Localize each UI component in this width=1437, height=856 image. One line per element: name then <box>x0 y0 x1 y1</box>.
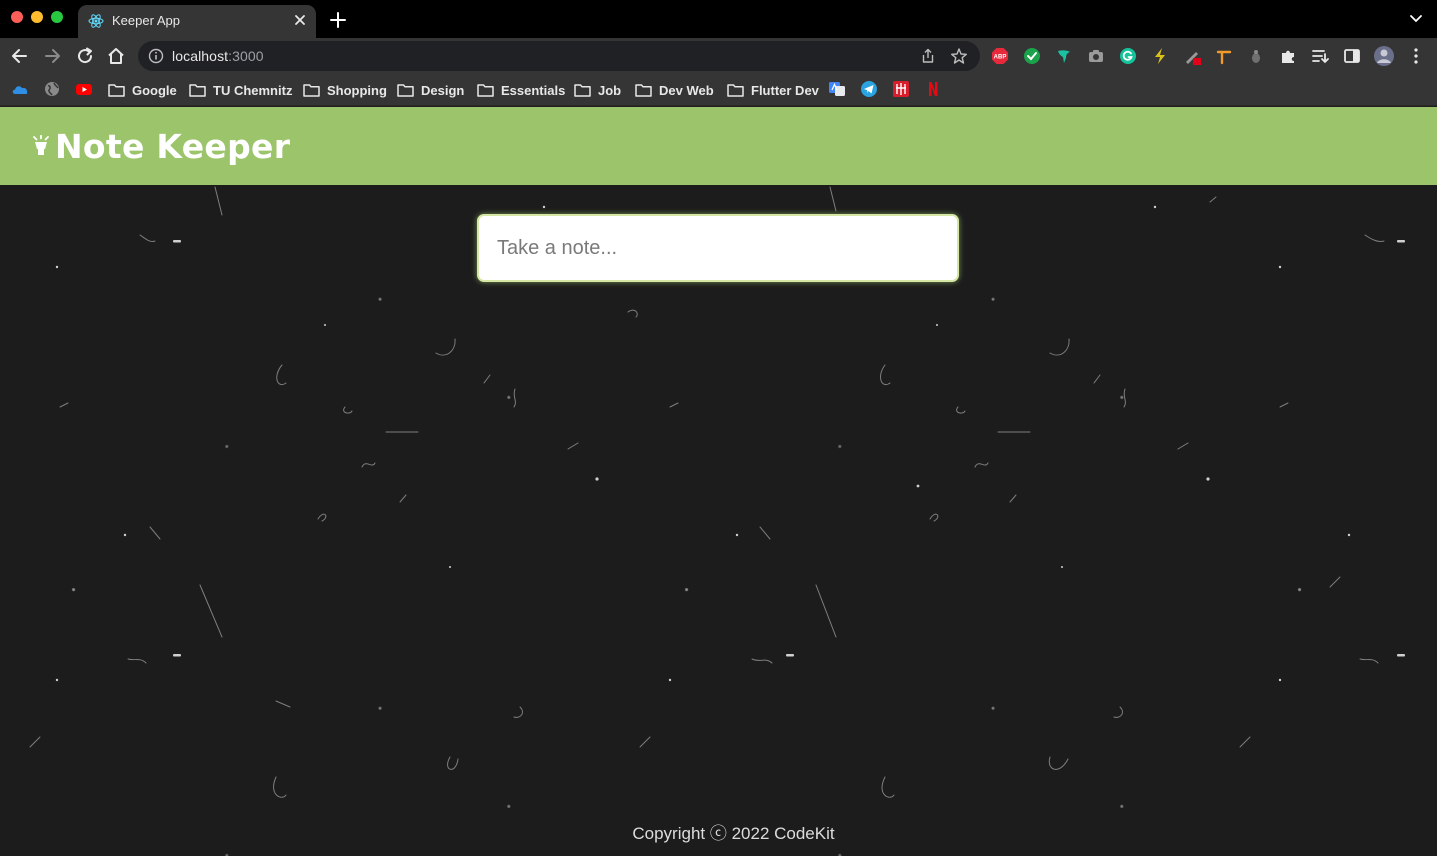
back-icon[interactable] <box>10 46 30 66</box>
google-translate-icon[interactable] <box>828 80 846 98</box>
folder-icon <box>477 84 494 97</box>
checkmark-extension-icon[interactable] <box>1023 47 1041 65</box>
bird-extension-icon[interactable] <box>1055 47 1073 65</box>
bookmark-label: Flutter Dev <box>751 82 819 98</box>
globe-icon[interactable] <box>43 80 61 98</box>
bookmark-label: Dev Web <box>659 82 714 98</box>
close-tab-icon[interactable] <box>292 12 308 28</box>
folder-icon <box>727 84 744 97</box>
home-icon[interactable] <box>106 46 126 66</box>
bookmark-folder-google[interactable]: Google <box>108 81 177 99</box>
info-icon[interactable] <box>148 48 164 64</box>
reading-list-icon[interactable] <box>1311 47 1329 65</box>
chevron-down-icon[interactable] <box>1409 13 1423 25</box>
app-header: Note Keeper <box>0 107 1437 185</box>
minimize-window-button[interactable] <box>31 11 43 23</box>
react-icon <box>88 14 104 28</box>
bookmark-folder-dev-web[interactable]: Dev Web <box>635 81 714 99</box>
copyright-text: Copyright ⓒ 2022 CodeKit <box>632 824 835 843</box>
svg-text:ABP: ABP <box>994 55 1007 61</box>
cloud-icon[interactable] <box>11 80 29 98</box>
grammarly-icon[interactable] <box>1119 47 1137 65</box>
pen-extension-icon[interactable] <box>1183 47 1201 65</box>
youtube-icon[interactable] <box>75 80 93 98</box>
tab-title: Keeper App <box>112 13 180 28</box>
more-menu-icon[interactable] <box>1409 47 1423 65</box>
folder-icon <box>574 84 591 97</box>
forward-icon[interactable] <box>42 46 62 66</box>
bookmark-label: Shopping <box>327 82 387 98</box>
folder-icon <box>303 84 320 97</box>
app-page: Note Keeper Copyright ⓒ 2022 CodeKit <box>0 107 1437 856</box>
bookmark-folder-design[interactable]: Design <box>397 81 464 99</box>
reload-icon[interactable] <box>75 46 95 66</box>
bookmark-label: Job <box>598 82 622 98</box>
bookmark-star-icon[interactable] <box>950 47 968 65</box>
bookmark-label: Essentials <box>501 82 566 98</box>
address-bar[interactable]: localhost:3000 <box>138 41 980 71</box>
puzzle-icon[interactable] <box>1279 47 1297 65</box>
bookmark-label: TU Chemnitz <box>213 82 293 98</box>
folder-icon <box>635 84 652 97</box>
browser-toolbar: localhost:3000 ABP <box>0 38 1437 74</box>
maximize-window-button[interactable] <box>51 11 63 23</box>
new-tab-icon[interactable] <box>329 11 347 29</box>
folder-icon <box>108 84 125 97</box>
lightning-icon[interactable] <box>1151 47 1169 65</box>
take-note-input[interactable] <box>477 214 959 282</box>
folder-icon <box>189 84 206 97</box>
side-panel-icon[interactable] <box>1343 47 1361 65</box>
bookmarks-bar: Google TU Chemnitz Shopping Design Essen… <box>0 74 1437 106</box>
footer: Copyright ⓒ 2022 CodeKit <box>0 819 1437 844</box>
bookmark-folder-tu-chemnitz[interactable]: TU Chemnitz <box>189 81 292 99</box>
app-title: Note Keeper <box>55 127 291 166</box>
bookmark-folder-essentials[interactable]: Essentials <box>477 81 565 99</box>
url-port: :3000 <box>228 48 264 64</box>
adblock-plus-icon[interactable]: ABP <box>991 47 1009 65</box>
close-window-button[interactable] <box>11 11 23 23</box>
pickaxe-icon[interactable] <box>1215 47 1233 65</box>
camera-icon[interactable] <box>1087 47 1105 65</box>
netflix-icon[interactable] <box>924 80 942 98</box>
bookmark-folder-shopping[interactable]: Shopping <box>303 81 387 99</box>
avatar[interactable] <box>1373 45 1395 67</box>
url-host: localhost <box>172 48 229 64</box>
url-text: localhost:3000 <box>172 48 264 64</box>
tab-strip: Keeper App <box>0 0 1437 38</box>
bookmark-label: Google <box>132 82 177 98</box>
drop-extension-icon[interactable] <box>1247 47 1265 65</box>
lightbulb-icon <box>33 135 49 155</box>
folder-icon <box>397 84 414 97</box>
share-icon[interactable] <box>920 48 936 64</box>
bookmark-label: Design <box>421 82 465 98</box>
browser-tab[interactable]: Keeper App <box>78 5 316 38</box>
red-bookmark-icon[interactable] <box>892 80 910 98</box>
telegram-icon[interactable] <box>860 80 878 98</box>
bookmark-folder-flutter-dev[interactable]: Flutter Dev <box>727 81 819 99</box>
bookmark-folder-job[interactable]: Job <box>574 81 621 99</box>
